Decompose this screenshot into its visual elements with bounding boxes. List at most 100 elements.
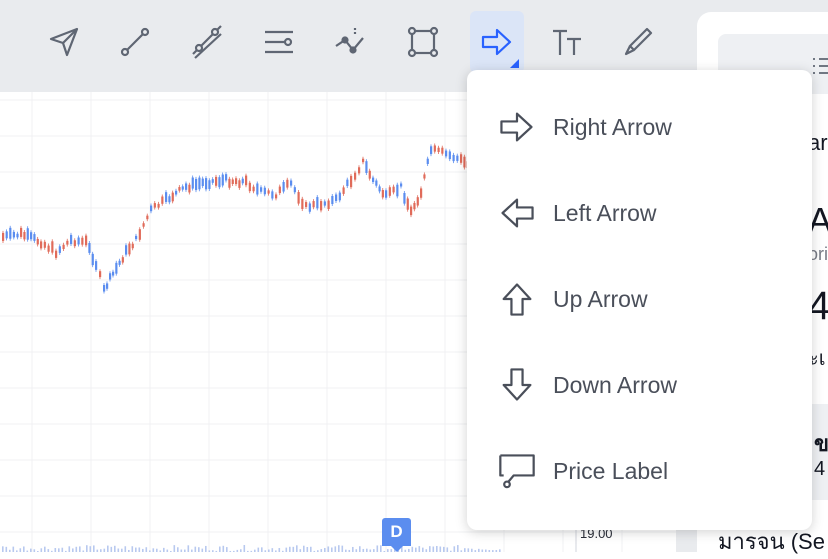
candle-body [198,177,201,190]
menu-item-right-arrow[interactable]: Right Arrow [467,84,812,170]
candle-body [62,244,65,250]
volume-bar [289,546,291,552]
candle-body [125,245,128,255]
volume-bar [12,546,15,552]
menu-item-up-arrow[interactable]: Up Arrow [467,256,812,342]
dividend-marker[interactable]: D [382,518,411,552]
candle-body [400,183,403,187]
side-text-7: 4 [814,458,826,480]
volume-bar [331,547,333,552]
rectangle-tool[interactable] [399,14,447,70]
volume-bar [201,548,204,552]
trend-line-tool[interactable] [111,14,159,70]
candle-body [36,238,39,245]
volume-bar [418,546,421,552]
menu-item-label: Right Arrow [553,113,672,140]
volume-bar [44,546,46,552]
candle-body [77,237,80,245]
menu-item-label: Down Arrow [553,371,677,398]
menu-item-left-arrow[interactable]: Left Arrow [467,170,812,256]
candle-body [218,177,221,188]
volume-bar [110,546,113,552]
parallel-channel-icon [192,25,222,59]
menu-item-price-label[interactable]: Price Label [467,428,812,514]
pattern-icon [335,28,364,54]
candle-body [66,240,69,245]
volume-bar [380,545,382,552]
candle-body [456,155,459,161]
candle-body [297,192,300,204]
parallel-channel-tool[interactable] [183,14,231,70]
candle-body [70,234,73,245]
candle-body [426,158,429,164]
candle-body [350,175,353,188]
candle-body [308,203,311,212]
volume-bar [278,548,281,552]
candle-body [301,198,304,210]
candle-body [403,192,406,204]
volume-bar [422,547,424,552]
candle-body [16,233,19,238]
volume-bar [68,546,71,552]
volume-bar [464,548,466,552]
arrow-shapes-tool[interactable] [470,11,524,73]
list-icon [813,58,828,74]
volume-bar [432,546,435,552]
volume-bar [58,548,60,552]
candle-body [228,178,231,188]
candle-body [323,201,326,206]
candle-body [128,243,131,255]
candle-body [238,180,241,188]
candle-body [267,190,270,194]
volume-bar [30,548,32,552]
candle-body [26,228,29,240]
candle-body [181,186,184,190]
candle-body [316,197,319,209]
candle-body [138,229,141,240]
volume-bar [135,547,137,552]
text-tool[interactable] [543,14,591,70]
volume-bar [271,548,274,552]
left-arrow-icon [501,198,534,228]
candle-body [441,147,444,154]
pattern-tool[interactable] [327,14,375,70]
candle-body [165,192,168,202]
volume-bar [138,547,141,552]
volume-bar [23,546,25,552]
candle-body [146,215,149,220]
candle-body [168,196,171,203]
volume-bar [205,545,207,552]
candle-body [392,186,395,193]
candle-body [346,179,349,187]
candle-body [463,156,466,168]
candle-body [331,196,334,205]
candle-body [188,184,191,193]
brush-tool[interactable] [614,14,662,70]
candle-body [178,187,181,191]
price-label-icon [499,454,535,489]
candle-body [320,201,323,211]
candle-body [260,187,263,192]
arrow-cursor-tool[interactable] [40,14,88,70]
candle-body [215,176,218,186]
candle-body [121,257,124,263]
horizontal-lines-tool[interactable] [255,14,303,70]
candle-body [256,183,259,195]
volume-bar [145,547,148,552]
volume-bar [292,546,295,552]
volume-bar [194,546,197,552]
volume-bar [443,546,445,552]
candle-body [372,177,375,182]
text-icon [553,29,581,55]
candle-body [109,273,112,280]
candle-body [103,285,106,292]
candle-body [445,150,448,157]
candle-body [185,183,188,190]
candle-body [99,271,102,278]
candle-body [327,200,330,210]
candle-body [43,241,46,248]
candle-body [235,178,238,185]
candle-body [20,227,23,237]
candle-body [85,235,88,246]
menu-item-down-arrow[interactable]: Down Arrow [467,342,812,428]
